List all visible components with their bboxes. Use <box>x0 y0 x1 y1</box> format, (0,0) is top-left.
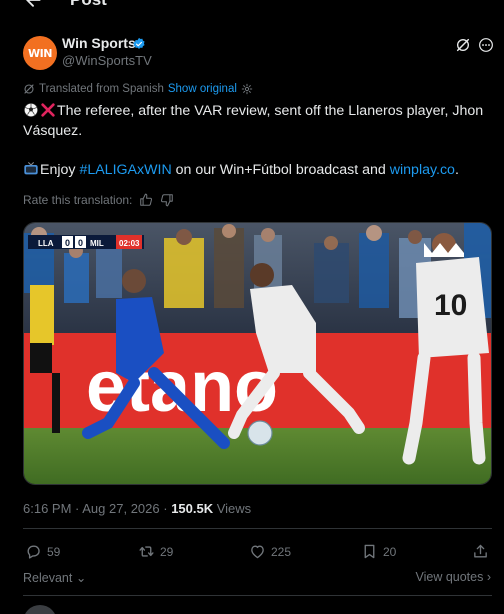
post-date[interactable]: Aug 27, 2026 <box>82 501 159 516</box>
winplay-link[interactable]: winplay.co <box>390 162 455 178</box>
meta-separator: · <box>71 501 83 516</box>
reply-icon <box>27 545 40 559</box>
bookmark-icon <box>364 544 375 559</box>
author-handle[interactable]: @WinSportsTV <box>62 53 152 68</box>
divider-bottom <box>23 595 492 596</box>
bookmark-count: 20 <box>383 544 397 559</box>
repost-count: 29 <box>160 544 174 559</box>
action-bar: 59 29 225 20 <box>23 543 493 563</box>
divider <box>23 528 492 529</box>
tweet-line3-middle: on our Win+Fútbol broadcast and <box>171 162 390 178</box>
video-frame-image: etano 10 LLA 0 0 MIL 02:03 <box>24 223 491 484</box>
chevron-down-icon: ⌄ <box>72 571 87 585</box>
tweet-line3-prefix: Enjoy <box>40 162 80 178</box>
tweet-line-3: Enjoy #LALIGAxWIN on our Win+Fútbol broa… <box>23 160 493 180</box>
tweet-line3-suffix: . <box>454 162 459 178</box>
like-button[interactable]: 225 <box>249 543 291 560</box>
more-options-icon[interactable] <box>478 37 494 53</box>
score-team-home: LLA <box>38 239 54 248</box>
arrow-left-icon[interactable] <box>22 0 44 10</box>
post-meta: 6:16 PM · Aug 27, 2026 · 150.5K Views <box>23 501 251 516</box>
grok-icon[interactable] <box>455 37 471 53</box>
scoreboard: LLA 0 0 MIL 02:03 <box>28 235 144 249</box>
like-count: 225 <box>271 544 292 559</box>
repost-icon <box>139 546 154 557</box>
score-home: 0 <box>65 238 70 248</box>
sort-dropdown[interactable]: Relevant ⌄ <box>23 570 86 585</box>
reply-count: 59 <box>47 544 61 559</box>
thumbs-up-icon[interactable] <box>139 193 153 207</box>
reply-composer-avatar[interactable] <box>23 605 57 614</box>
rate-translation: Rate this translation: <box>23 193 174 207</box>
avatar-text: WIN <box>28 46 52 60</box>
repost-button[interactable]: 29 <box>138 543 173 560</box>
top-bar: Post <box>0 0 504 16</box>
translated-label: Translated from Spanish <box>39 83 164 95</box>
hashtag-link[interactable]: #LALIGAxWIN <box>79 162 171 178</box>
show-original-link[interactable]: Show original <box>168 83 237 95</box>
score-team-away: MIL <box>90 239 104 248</box>
translation-notice: Translated from Spanish Show original <box>23 83 253 95</box>
post-time[interactable]: 6:16 PM <box>23 501 71 516</box>
avatar[interactable]: WIN <box>23 36 57 70</box>
match-clock: 02:03 <box>119 239 140 248</box>
page-title: Post <box>70 0 107 10</box>
score-away: 0 <box>78 238 83 248</box>
tweet-line-1: The referee, after the VAR review, sent … <box>23 101 493 121</box>
share-button[interactable] <box>472 543 489 560</box>
meta-separator-2: · <box>159 501 172 516</box>
views-count: 150.5K <box>171 501 214 516</box>
author-display-name[interactable]: Win Sports <box>62 35 136 51</box>
heart-icon <box>251 545 264 559</box>
television-icon <box>24 161 38 175</box>
sort-label: Relevant <box>23 571 73 585</box>
tweet-text-line1: The referee, after the VAR review, sent … <box>57 103 484 119</box>
grok-small-icon <box>24 84 34 94</box>
thumbs-down-icon[interactable] <box>160 193 174 207</box>
chevron-right-icon: › <box>483 570 491 584</box>
tweet-media-video[interactable]: etano 10 LLA 0 0 MIL 02:03 <box>23 222 492 485</box>
player-number: 10 <box>434 289 467 322</box>
share-icon <box>474 544 487 558</box>
verified-badge-icon[interactable] <box>132 37 146 51</box>
bookmark-button[interactable]: 20 <box>361 543 396 560</box>
tweet-spacer <box>23 141 493 160</box>
tweet-text: The referee, after the VAR review, sent … <box>23 101 493 180</box>
settings-gear-icon[interactable] <box>241 83 253 95</box>
views-label: Views <box>213 501 252 516</box>
rate-translation-label: Rate this translation: <box>23 193 133 207</box>
red-cross-icon <box>41 103 55 117</box>
view-quotes-link[interactable]: View quotes › <box>415 570 491 584</box>
soccer-ball-icon <box>24 103 38 117</box>
view-quotes-label: View quotes <box>415 570 484 584</box>
tweet-line-2: Vásquez. <box>23 123 83 139</box>
reply-button[interactable]: 59 <box>25 543 60 560</box>
